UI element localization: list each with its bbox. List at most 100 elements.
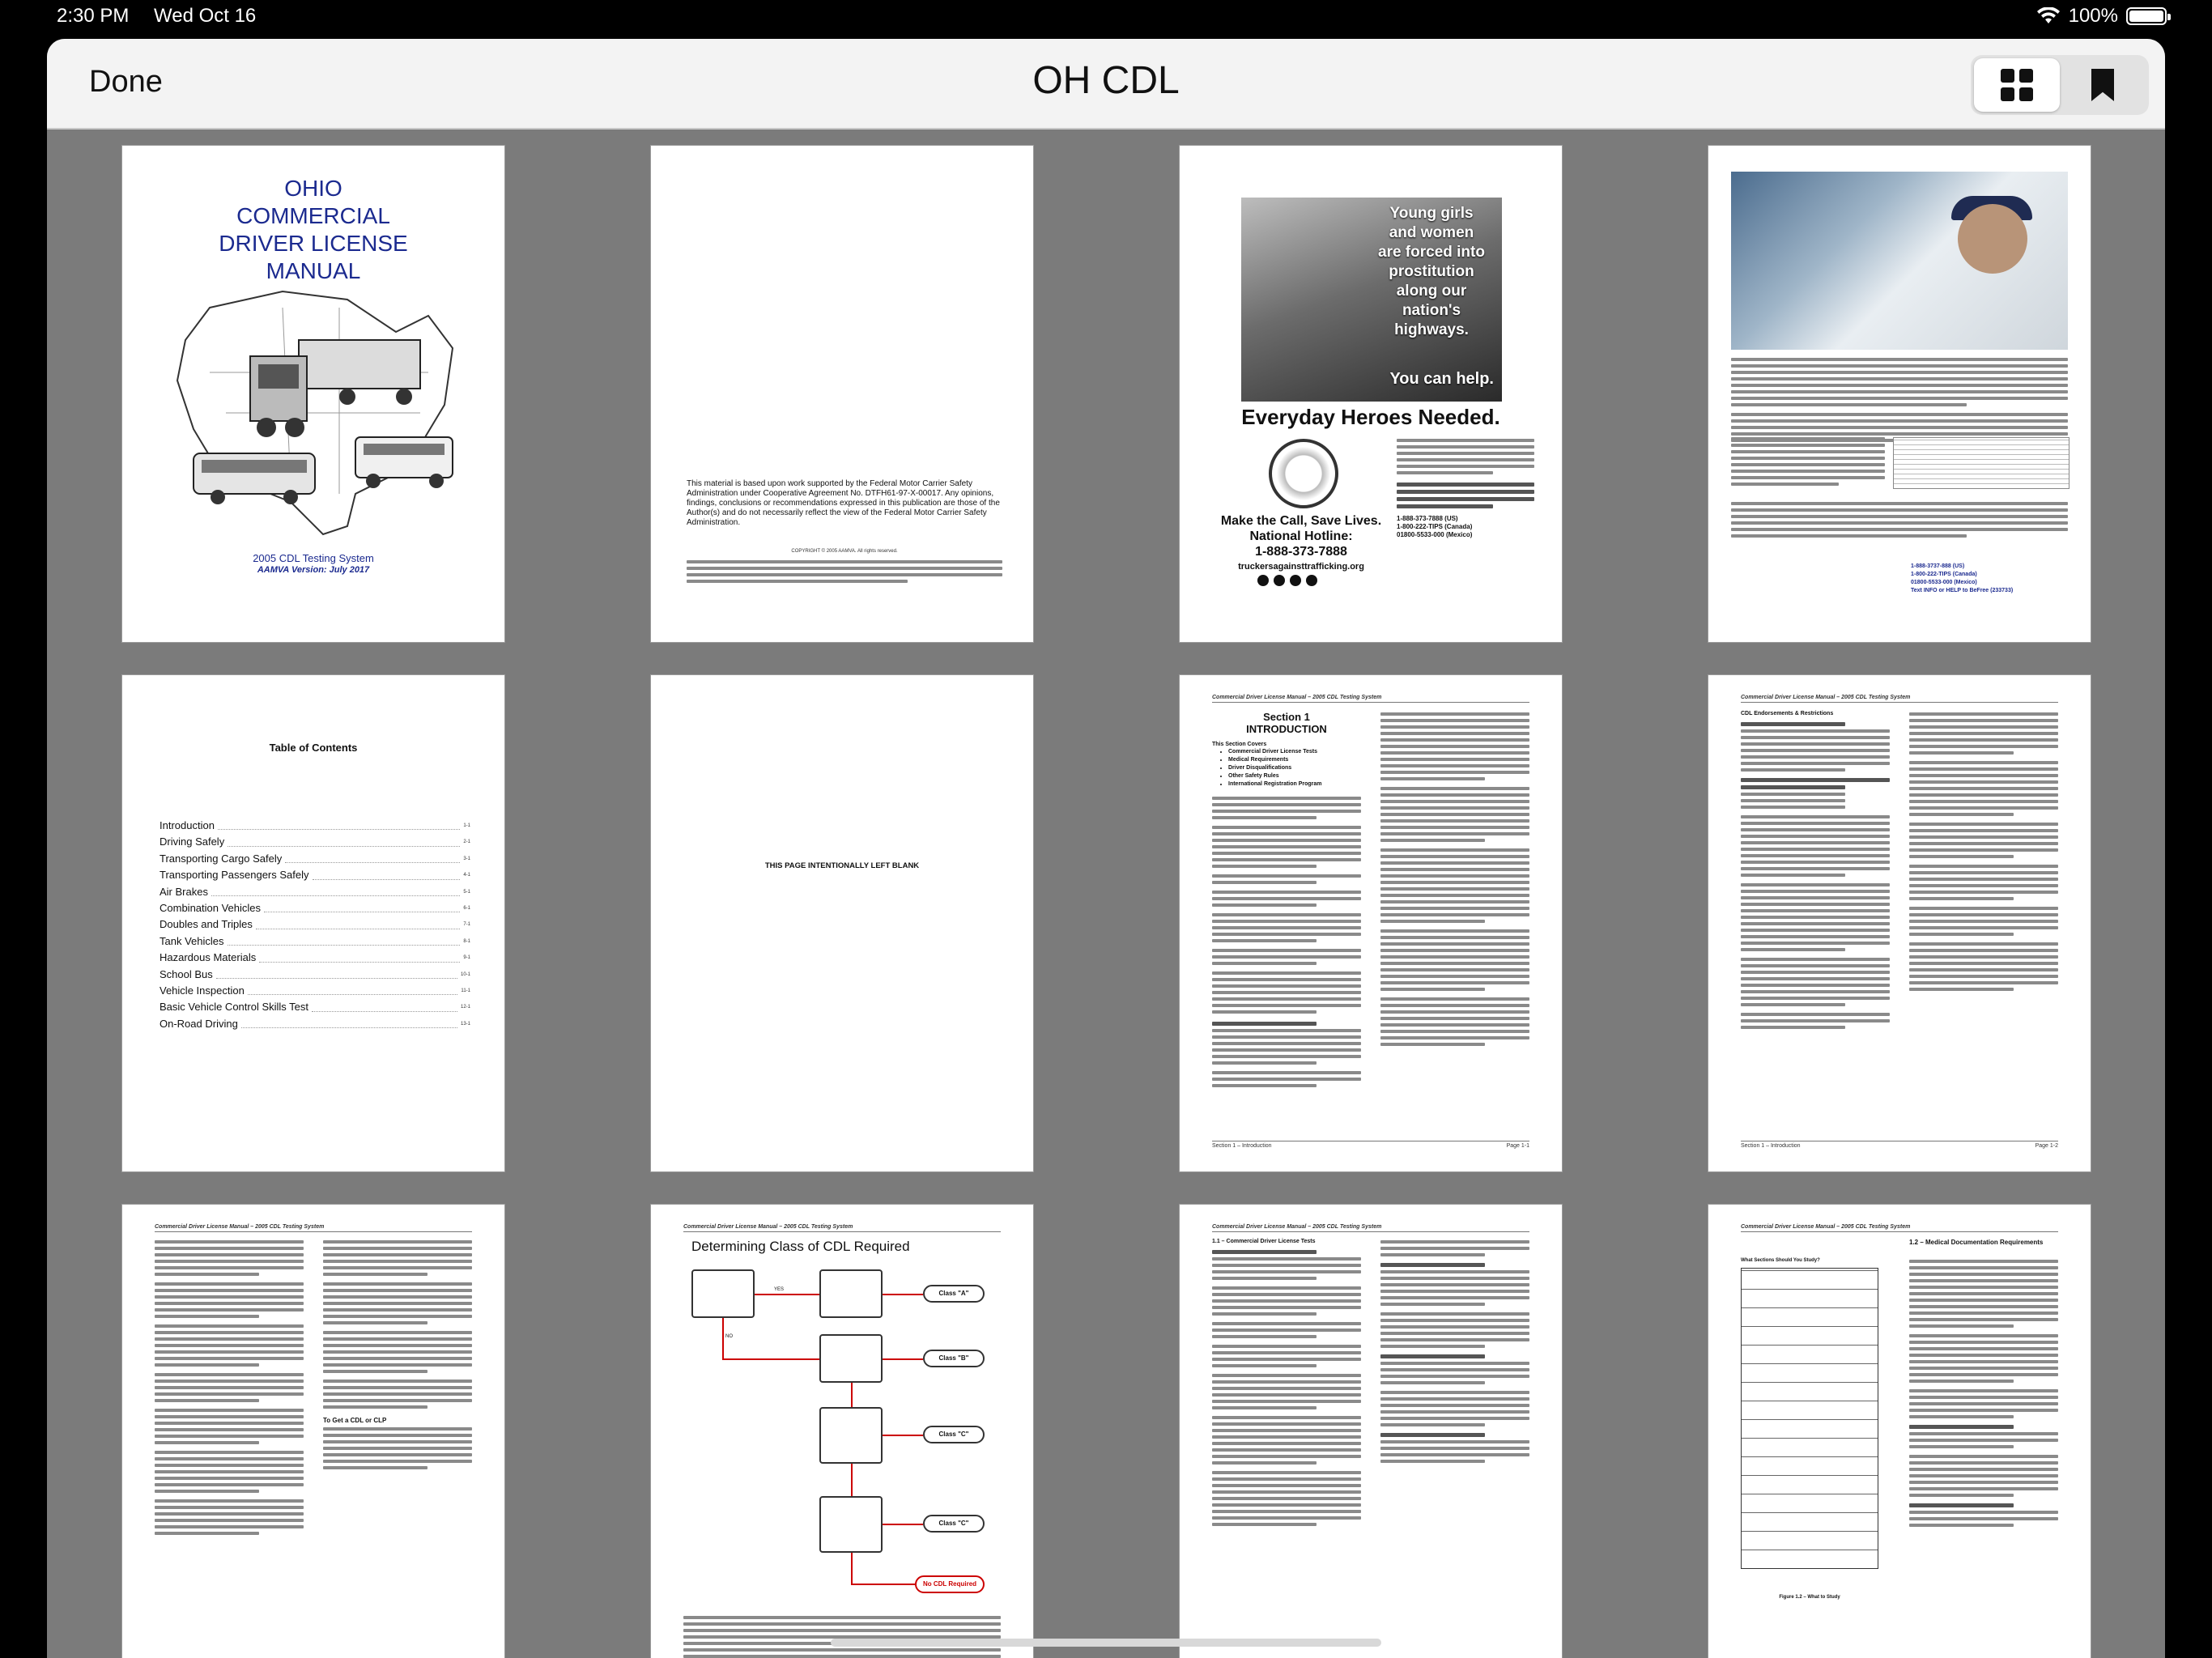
page-footer: Section 1 – Introduction Page 1-1 — [1212, 1141, 1529, 1149]
grid-view-button[interactable] — [1974, 58, 2060, 112]
battery-percent: 100% — [2068, 5, 2118, 27]
toc-entry-page: 4-1 — [463, 873, 470, 878]
cover-title-line: OHIO — [284, 176, 342, 201]
medical-heading: 1.2 – Medical Documentation Requirements — [1909, 1239, 2044, 1246]
page-header: Commercial Driver License Manual – 2005 … — [1212, 695, 1529, 703]
toc-entry[interactable]: On-Road Driving 13-1 — [160, 1016, 470, 1032]
toc-entry[interactable]: Vehicle Inspection 11-1 — [160, 983, 470, 999]
section-name: INTRODUCTION — [1246, 723, 1327, 735]
bookmarks-view-button[interactable] — [2060, 58, 2146, 112]
section-number: Section 1 — [1263, 711, 1310, 723]
toc-entry[interactable]: Tank Vehicles 8-1 — [160, 933, 470, 950]
poster-heroes-heading: Everyday Heroes Needed. — [1241, 405, 1500, 429]
toc-entry[interactable]: Hazardous Materials 9-1 — [160, 950, 470, 966]
youtube-icon — [1290, 575, 1301, 586]
cover-version: AAMVA Version: July 2017 — [257, 565, 370, 575]
toc-entry[interactable]: Basic Vehicle Control Skills Test 12-1 — [160, 999, 470, 1015]
section-covers-heading: This Section Covers — [1212, 742, 1267, 747]
page-header: Commercial Driver License Manual – 2005 … — [683, 1224, 1001, 1232]
section-covers-item: Medical Requirements — [1228, 756, 1322, 764]
wifi-icon — [2036, 7, 2060, 23]
body-column-left — [1212, 1250, 1361, 1529]
poster-hotline-label: National Hotline: — [1249, 529, 1353, 543]
body-column-left — [1212, 797, 1361, 1090]
poster-body-text: 1-888-373-7888 (US) 1-800-222-TIPS (Cana… — [1397, 439, 1534, 539]
flowchart-yes-label: YES — [774, 1287, 785, 1292]
truck-story-text-left — [1731, 437, 1885, 489]
flowchart-decision — [819, 1269, 883, 1318]
toc-entry-label: Transporting Passengers Safely — [160, 869, 309, 882]
page-thumbnail-medical[interactable]: Commercial Driver License Manual – 2005 … — [1708, 1205, 2091, 1658]
figure-caption: Figure 1.2 – What to Study — [1779, 1595, 1840, 1600]
poster-number-canada: 1-800-222-TIPS (Canada) — [1397, 523, 1473, 530]
truck-number-text: Text INFO or HELP to BeFree (233733) — [1911, 588, 2014, 593]
poster-number-mexico: 01800-5533-000 (Mexico) — [1397, 531, 1473, 538]
page-thumbnail-section-1[interactable]: Commercial Driver License Manual – 2005 … — [1180, 675, 1562, 1171]
cover-title-line: MANUAL — [266, 258, 361, 283]
toc-entry-label: Transporting Cargo Safely — [160, 852, 283, 865]
toc-entry[interactable]: Driving Safely 2-1 — [160, 834, 470, 850]
page-thumbnail-truck-story[interactable]: 1-888-3737-888 (US) 1-800-222-TIPS (Cana… — [1708, 146, 2091, 642]
flowchart-decision — [819, 1334, 883, 1383]
truck-number-canada: 1-800-222-TIPS (Canada) — [1911, 572, 1977, 577]
toc-entry-page: 3-1 — [463, 856, 470, 861]
toc-entry-label: Driving Safely — [160, 835, 225, 848]
footer-section: Section 1 – Introduction — [1741, 1143, 1801, 1149]
poster-headline-line: and women — [1389, 224, 1474, 241]
toc-entry-page: 1-1 — [463, 823, 470, 828]
page-thumbnail-endorsements[interactable]: Commercial Driver License Manual – 2005 … — [1708, 675, 2091, 1171]
page-thumbnail-trafficking-poster[interactable]: Young girls and women are forced into pr… — [1180, 146, 1562, 642]
toc-title: Table of Contents — [269, 742, 358, 754]
document-title: OH CDL — [1032, 59, 1180, 102]
toc-entry[interactable]: Combination Vehicles 6-1 — [160, 900, 470, 916]
toc-entry[interactable]: Transporting Passengers Safely 4-1 — [160, 867, 470, 883]
toc-list: Introduction 1-1 Driving Safely 2-1 Transp… — [160, 818, 470, 1032]
flowchart-outcome: Class "C" — [923, 1426, 985, 1443]
toc-entry[interactable]: Transporting Cargo Safely 3-1 — [160, 851, 470, 867]
page-thumbnail-tests[interactable]: Commercial Driver License Manual – 2005 … — [1180, 1205, 1562, 1658]
page-thumbnail-restrictions[interactable]: Commercial Driver License Manual – 2005 … — [122, 1205, 504, 1658]
flowchart-outcome: Class "C" — [923, 1515, 985, 1533]
flowchart-outcome: Class "B" — [923, 1350, 985, 1367]
page-thumbnail-blank[interactable]: THIS PAGE INTENTIONALLY LEFT BLANK — [651, 675, 1033, 1171]
study-sections-table — [1741, 1268, 1878, 1569]
section-title: Section 1 INTRODUCTION — [1212, 711, 1361, 735]
page-thumbnail-copyright[interactable]: This material is based upon work support… — [651, 146, 1033, 642]
toc-entry-label: Introduction — [160, 819, 215, 831]
page-thumbnail-flowchart[interactable]: Commercial Driver License Manual – 2005 … — [651, 1205, 1033, 1658]
toc-entry-label: Vehicle Inspection — [160, 984, 245, 997]
toc-entry-label: School Bus — [160, 967, 213, 980]
instagram-icon — [1306, 575, 1317, 586]
flowchart-decision — [819, 1407, 883, 1464]
battery-icon — [2126, 7, 2171, 25]
page-thumbnail-table-of-contents[interactable]: Table of Contents Introduction 1-1 Drivin… — [122, 675, 504, 1171]
toc-entry[interactable]: Introduction 1-1 — [160, 818, 470, 834]
page-header: Commercial Driver License Manual – 2005 … — [1741, 1224, 2058, 1232]
status-date: Wed Oct 16 — [154, 5, 257, 27]
page-thumbnail-cover[interactable]: OHIO COMMERCIAL DRIVER LICENSE MANUAL 20… — [122, 146, 504, 642]
toc-entry-label: Basic Vehicle Control Skills Test — [160, 1001, 309, 1014]
status-right: 100% — [2036, 5, 2171, 28]
flowchart-decision — [691, 1269, 755, 1318]
body-column-right — [1909, 1260, 2058, 1530]
social-icons — [1257, 575, 1317, 586]
poster-headline-line: nation's — [1402, 302, 1461, 319]
cover-subtitle: 2005 CDL Testing System AAMVA Version: J… — [122, 552, 504, 576]
twitter-icon — [1257, 575, 1269, 586]
toc-entry[interactable]: Air Brakes 5-1 — [160, 884, 470, 900]
flowchart-outcome: Class "A" — [923, 1285, 985, 1303]
poster-headline-line: prostitution — [1389, 263, 1474, 280]
toc-entry[interactable]: Doubles and Triples 7-1 — [160, 916, 470, 933]
copyright-fine-print — [687, 560, 1002, 586]
blank-page-notice: THIS PAGE INTENTIONALLY LEFT BLANK — [764, 861, 920, 870]
truck-story-text — [1731, 358, 2068, 445]
home-indicator[interactable] — [831, 1639, 1381, 1647]
toc-entry-page: 8-1 — [463, 938, 470, 944]
toc-entry[interactable]: School Bus 10-1 — [160, 967, 470, 983]
cover-title: OHIO COMMERCIAL DRIVER LICENSE MANUAL — [122, 175, 504, 285]
tat-seal-logo — [1269, 439, 1338, 508]
poster-headline-line: along our — [1396, 283, 1467, 300]
footer-section: Section 1 – Introduction — [1212, 1143, 1272, 1149]
poster-headline-line: are forced into — [1378, 244, 1485, 261]
north-america-trucks-illustration — [176, 290, 454, 536]
